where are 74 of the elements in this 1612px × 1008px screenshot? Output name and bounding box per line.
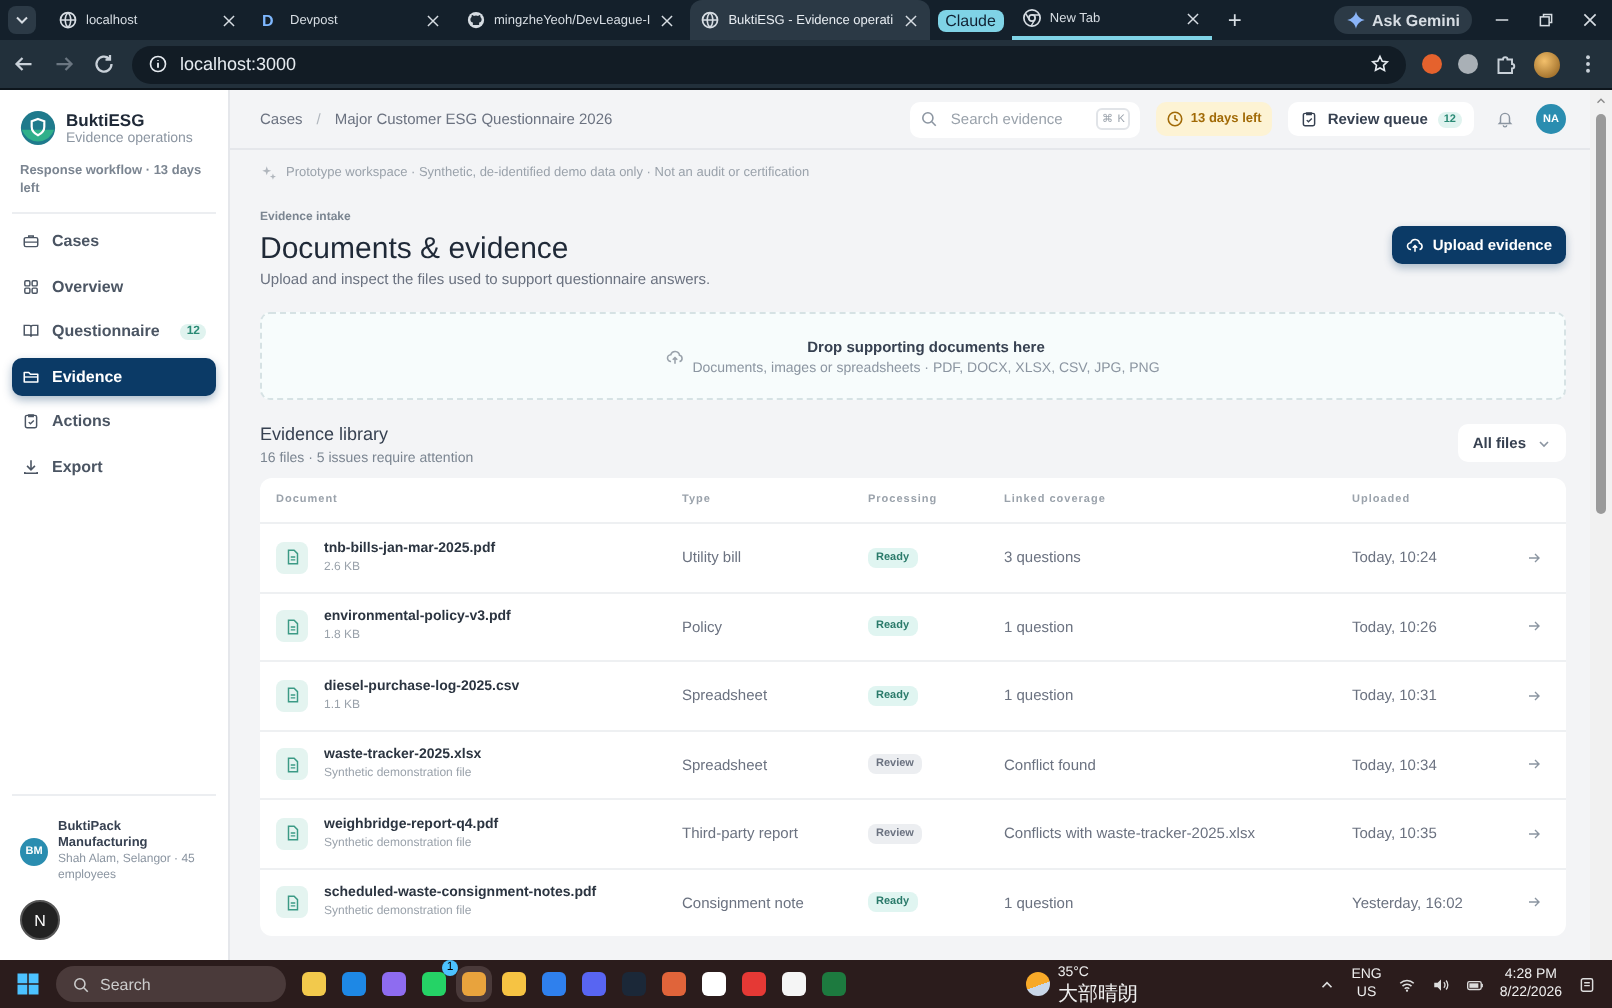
close-icon[interactable] — [1183, 9, 1202, 27]
wifi-icon[interactable] — [1397, 975, 1416, 993]
address-bar[interactable]: localhost:3000 — [132, 45, 1406, 83]
bell-icon[interactable] — [1496, 110, 1514, 128]
cloud-upload-icon — [666, 347, 685, 365]
search-icon — [72, 975, 90, 993]
sparkle-icon — [1345, 10, 1366, 30]
app-icon[interactable] — [302, 972, 326, 996]
nav-item[interactable]: Export — [12, 447, 216, 486]
arrow-right-icon[interactable] — [1526, 687, 1542, 704]
tab-search-button[interactable] — [8, 6, 36, 34]
battery-icon[interactable] — [1465, 975, 1484, 993]
nav-item[interactable]: Cases — [12, 222, 216, 261]
info-icon — [148, 54, 168, 74]
download-icon — [22, 457, 40, 476]
scrollbar[interactable] — [1590, 90, 1612, 960]
file-icon — [276, 610, 308, 643]
folder-icon — [22, 367, 40, 386]
star-icon[interactable] — [1370, 54, 1390, 74]
back-icon[interactable] — [12, 52, 36, 76]
app-icon[interactable] — [782, 972, 806, 996]
arrow-right-icon[interactable] — [1526, 549, 1542, 566]
dev-tools-button[interactable]: N — [20, 900, 60, 940]
puzzle-icon[interactable] — [1494, 52, 1518, 76]
book-icon — [22, 322, 40, 341]
clipboard-icon — [22, 412, 40, 431]
cloud-upload-icon — [1406, 236, 1425, 254]
shield-logo-icon — [20, 110, 56, 146]
file-icon — [276, 817, 308, 850]
tab-group-label[interactable]: Claude — [937, 9, 1004, 31]
app-icon[interactable] — [422, 972, 446, 996]
weather-condition: 大部晴朗 — [1057, 983, 1138, 1005]
arrow-right-icon[interactable] — [1526, 825, 1542, 842]
new-tab-button[interactable]: + — [1215, 6, 1254, 34]
section-title: Evidence library — [260, 424, 391, 444]
file-icon — [276, 886, 308, 919]
windows-logo-icon[interactable] — [16, 972, 40, 996]
assistant-button[interactable]: Ask Gemini — [1333, 6, 1472, 34]
close-icon[interactable] — [424, 11, 442, 29]
browser-logo-icon — [1021, 8, 1042, 28]
nav-item[interactable]: Overview — [12, 267, 216, 306]
close-icon[interactable] — [901, 11, 920, 29]
sparkle-icon — [260, 163, 278, 181]
file-icon — [276, 748, 308, 781]
nav-item[interactable]: Actions — [12, 402, 216, 441]
reload-icon[interactable] — [92, 52, 116, 76]
arrow-right-icon[interactable] — [1526, 756, 1542, 773]
weather-icon — [1025, 972, 1050, 996]
globe-icon — [700, 10, 721, 30]
app-icon[interactable] — [702, 972, 726, 996]
page-title: Documents & evidence — [260, 232, 571, 266]
caret-icon — [1536, 435, 1552, 451]
arrow-right-icon[interactable] — [1526, 894, 1542, 911]
search-icon — [920, 110, 939, 128]
arrow-right-icon[interactable] — [1526, 618, 1542, 635]
globe-icon — [58, 10, 78, 30]
taskbar-search[interactable]: Search — [56, 966, 286, 1002]
nav-item[interactable]: Evidence — [12, 357, 216, 396]
clock-icon — [1166, 110, 1185, 128]
file-icon — [276, 541, 308, 574]
clipboard-icon — [1299, 110, 1318, 128]
notification-icon[interactable] — [1578, 975, 1597, 993]
file-icon — [276, 679, 308, 712]
profile-avatar[interactable] — [1534, 51, 1560, 77]
app-icon[interactable] — [502, 972, 526, 996]
speaker-icon[interactable] — [1431, 975, 1450, 993]
app-name: BuktiESG — [66, 110, 147, 130]
close-icon[interactable] — [220, 11, 238, 29]
forward-icon[interactable] — [52, 52, 76, 76]
grid-icon — [22, 277, 40, 296]
scroll-up-icon — [1594, 94, 1608, 108]
favicon: D — [262, 11, 276, 29]
briefcase-icon — [22, 232, 40, 251]
close-icon[interactable] — [658, 11, 677, 29]
